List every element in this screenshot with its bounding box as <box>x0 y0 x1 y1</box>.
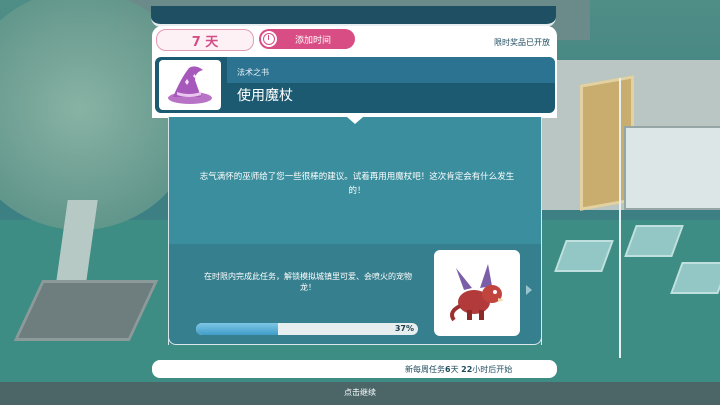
task-title: 使用魔杖 <box>237 88 293 104</box>
header-stripe <box>227 57 555 83</box>
house-block <box>624 126 720 210</box>
weekly-days-unit: 天 <box>450 365 459 374</box>
weekly-prefix: 新每周任务 <box>405 365 445 374</box>
clock-icon <box>261 31 277 47</box>
progress-percent: 37% <box>394 324 414 333</box>
days-remaining-badge: 7 天 <box>156 29 254 51</box>
dialog-top-strip <box>151 6 556 27</box>
decor-line <box>619 78 621 358</box>
reward-description: 在时限内完成此任务，解锁模拟城镇里可爱、会喷火的宠物龙！ <box>204 272 412 292</box>
weekly-hours: 22 <box>461 365 473 374</box>
task-header: 法术之书 使用魔杖 <box>155 57 555 113</box>
chevron-right-icon <box>526 285 532 295</box>
add-time-label: 添加时间 <box>294 35 331 46</box>
wizard-hat-icon <box>159 60 221 110</box>
task-description: 志气满怀的巫师给了您一些很棒的建议。试着再用用魔杖吧！这次肯定会有什么发生的！ <box>199 172 515 196</box>
progress-fill <box>196 323 279 335</box>
dragon-pet-icon[interactable] <box>434 250 520 336</box>
task-subtitle: 法术之书 <box>237 68 269 77</box>
pointer-notch <box>347 117 363 124</box>
task-progress-bar: 37% <box>196 323 418 335</box>
weekly-suffix: 小时后开始 <box>472 365 513 374</box>
weekly-task-countdown: 新每周任务6天 22小时后开始 <box>405 364 512 375</box>
tap-to-continue[interactable]: 点击继续 <box>0 387 720 398</box>
limited-reward-notice: 限时奖品已开放 <box>494 38 550 47</box>
add-time-button[interactable]: 添加时间 <box>259 29 355 49</box>
